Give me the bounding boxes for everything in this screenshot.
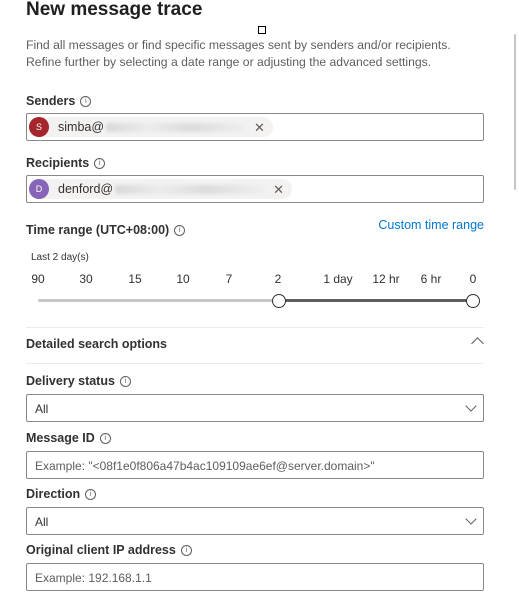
- redacted-text: [115, 184, 266, 194]
- custom-time-range-link[interactable]: Custom time range: [378, 218, 484, 232]
- client-ip-label-text: Original client IP address: [26, 543, 176, 557]
- senders-label: Senders i: [26, 94, 92, 108]
- sender-avatar: S: [29, 117, 49, 137]
- sender-chip[interactable]: S simba@ ✕: [29, 117, 273, 137]
- slider-end-thumb[interactable]: [466, 294, 480, 308]
- chevron-down-icon: [465, 513, 477, 525]
- direction-label-text: Direction: [26, 487, 81, 501]
- slider-tick: 2: [274, 272, 282, 286]
- sender-name: simba@: [58, 120, 105, 134]
- direction-dropdown[interactable]: All: [26, 507, 484, 535]
- panel-description: Find all messages or find specific messa…: [26, 38, 451, 69]
- info-icon[interactable]: i: [94, 157, 106, 169]
- slider-tick: 1 day: [323, 272, 353, 286]
- info-icon[interactable]: i: [180, 544, 192, 556]
- resize-handle[interactable]: [258, 26, 266, 34]
- panel-title: New message trace: [26, 0, 203, 20]
- recipient-chip[interactable]: D denford@ ✕: [29, 179, 292, 199]
- message-id-input[interactable]: Example: "<08f1e0f806a47b4ac109109ae6ef@…: [26, 451, 484, 479]
- info-icon[interactable]: i: [99, 432, 111, 444]
- remove-sender-icon[interactable]: ✕: [254, 121, 265, 134]
- chevron-down-icon: [465, 400, 477, 412]
- redacted-text: [106, 122, 247, 132]
- remove-recipient-icon[interactable]: ✕: [273, 183, 284, 196]
- time-range-label: Time range (UTC+08:00) i: [26, 223, 186, 237]
- direction-value: All: [35, 515, 49, 529]
- divider: [26, 363, 484, 364]
- delivery-status-label: Delivery status i: [26, 374, 131, 388]
- delivery-status-label-text: Delivery status: [26, 374, 115, 388]
- client-ip-label: Original client IP address i: [26, 543, 192, 557]
- detailed-options-header[interactable]: Detailed search options: [26, 337, 167, 351]
- slider-start-thumb[interactable]: [272, 294, 286, 308]
- recipients-field[interactable]: D denford@ ✕: [26, 175, 484, 203]
- slider-track[interactable]: [38, 299, 279, 302]
- slider-tick: 30: [79, 272, 93, 286]
- scrollbar[interactable]: [514, 34, 516, 190]
- info-icon[interactable]: i: [174, 224, 186, 236]
- chevron-up-icon[interactable]: [471, 337, 484, 350]
- time-range-label-text: Time range (UTC+08:00): [26, 223, 170, 237]
- slider-caption: Last 2 day(s): [31, 252, 89, 263]
- client-ip-placeholder: Example: 192.168.1.1: [35, 571, 152, 585]
- recipient-name: denford@: [58, 182, 114, 196]
- info-icon[interactable]: i: [119, 375, 131, 387]
- slider-tick: 90: [31, 272, 45, 286]
- recipients-label-text: Recipients: [26, 156, 90, 170]
- message-id-label: Message ID i: [26, 431, 111, 445]
- client-ip-input[interactable]: Example: 192.168.1.1: [26, 563, 484, 591]
- message-id-placeholder: Example: "<08f1e0f806a47b4ac109109ae6ef@…: [35, 459, 375, 473]
- message-id-label-text: Message ID: [26, 431, 95, 445]
- slider-range[interactable]: [279, 299, 473, 302]
- recipient-avatar: D: [29, 179, 49, 199]
- slider-tick: 10: [176, 272, 190, 286]
- senders-label-text: Senders: [26, 94, 76, 108]
- slider-tick: 15: [128, 272, 142, 286]
- delivery-status-dropdown[interactable]: All: [26, 394, 484, 422]
- info-icon[interactable]: i: [85, 488, 97, 500]
- direction-label: Direction i: [26, 487, 97, 501]
- slider-tick: 6 hr: [420, 272, 442, 286]
- slider-tick: 0: [469, 272, 477, 286]
- divider: [26, 327, 484, 328]
- senders-field[interactable]: S simba@ ✕: [26, 113, 484, 141]
- recipients-label: Recipients i: [26, 156, 106, 170]
- slider-tick: 7: [225, 272, 233, 286]
- slider-tick: 12 hr: [372, 272, 400, 286]
- info-icon[interactable]: i: [80, 95, 92, 107]
- delivery-status-value: All: [35, 402, 49, 416]
